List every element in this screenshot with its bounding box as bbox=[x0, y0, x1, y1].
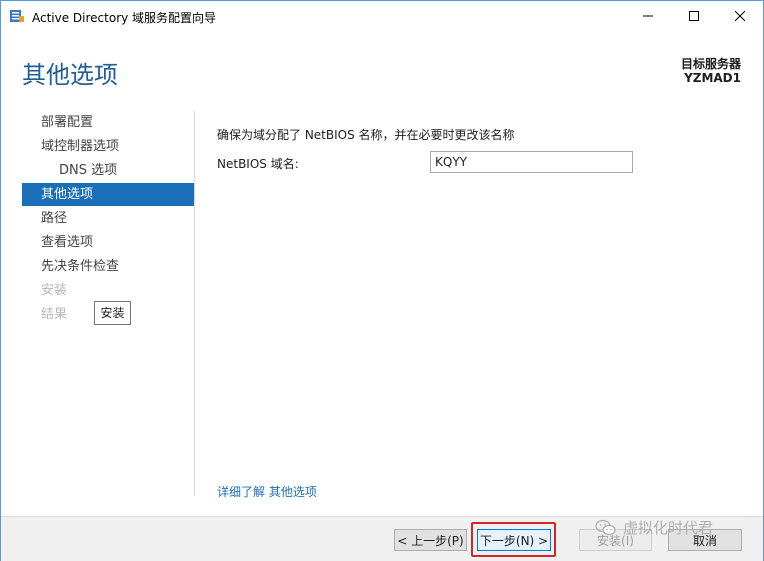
nav-item-installation: 安装 bbox=[22, 279, 194, 302]
nav-item-label: 安装 bbox=[41, 283, 68, 298]
nav-item-additional-options[interactable]: 其他选项 bbox=[22, 183, 194, 206]
nav-item-dns-options[interactable]: DNS 选项 bbox=[22, 159, 194, 182]
maximize-icon bbox=[689, 11, 699, 21]
window-title: Active Directory 域服务配置向导 bbox=[32, 11, 217, 25]
nav-item-paths[interactable]: 路径 bbox=[22, 207, 194, 230]
nav-item-deployment-config[interactable]: 部署配置 bbox=[22, 111, 194, 134]
close-button[interactable] bbox=[717, 1, 763, 31]
watermark-text: 虚拟化时代君 bbox=[623, 519, 714, 537]
wechat-icon bbox=[595, 519, 616, 535]
minimize-button[interactable] bbox=[625, 1, 671, 31]
previous-button[interactable]: < 上一步(P) bbox=[394, 529, 467, 551]
maximize-button[interactable] bbox=[671, 1, 717, 31]
watermark: 虚拟化时代君 bbox=[595, 517, 713, 538]
title-bar: Active Directory 域服务配置向导 bbox=[1, 1, 763, 31]
nav-item-label: 部署配置 bbox=[41, 115, 94, 130]
nav-item-dc-options[interactable]: 域控制器选项 bbox=[22, 135, 194, 158]
wizard-header: 其他选项 目标服务器 YZMAD1 bbox=[1, 31, 763, 107]
wizard-content: 确保为域分配了 NetBIOS 名称，并在必要时更改该名称 NetBIOS 域名… bbox=[215, 111, 745, 501]
nav-item-label: 路径 bbox=[41, 211, 68, 226]
wizard-window: Active Directory 域服务配置向导 其他选项 目标服务器 YZMA… bbox=[0, 0, 764, 561]
netbios-domain-label: NetBIOS 域名: bbox=[217, 157, 299, 171]
learn-more-link[interactable]: 详细了解 其他选项 bbox=[217, 483, 317, 500]
minimize-icon bbox=[643, 15, 653, 17]
nav-item-label: 域控制器选项 bbox=[41, 139, 120, 154]
next-button[interactable]: 下一步(N) > bbox=[477, 529, 551, 551]
target-server-name: YZMAD1 bbox=[684, 71, 741, 85]
netbios-domain-input[interactable] bbox=[430, 151, 633, 173]
nav-item-label: 其他选项 bbox=[41, 187, 94, 202]
nav-item-label: DNS 选项 bbox=[59, 163, 118, 178]
nav-item-label: 先决条件检查 bbox=[41, 259, 120, 274]
close-icon bbox=[735, 11, 745, 21]
install-tooltip: 安装 bbox=[94, 301, 131, 325]
page-title: 其他选项 bbox=[22, 61, 118, 89]
server-manager-icon bbox=[10, 10, 24, 22]
nav-item-label: 结果 bbox=[41, 307, 68, 322]
netbios-description: 确保为域分配了 NetBIOS 名称，并在必要时更改该名称 bbox=[217, 128, 515, 142]
nav-item-review-options[interactable]: 查看选项 bbox=[22, 231, 194, 254]
nav-item-label: 查看选项 bbox=[41, 235, 94, 250]
target-server-label: 目标服务器 bbox=[680, 57, 741, 71]
nav-item-prerequisites-check[interactable]: 先决条件检查 bbox=[22, 255, 194, 278]
